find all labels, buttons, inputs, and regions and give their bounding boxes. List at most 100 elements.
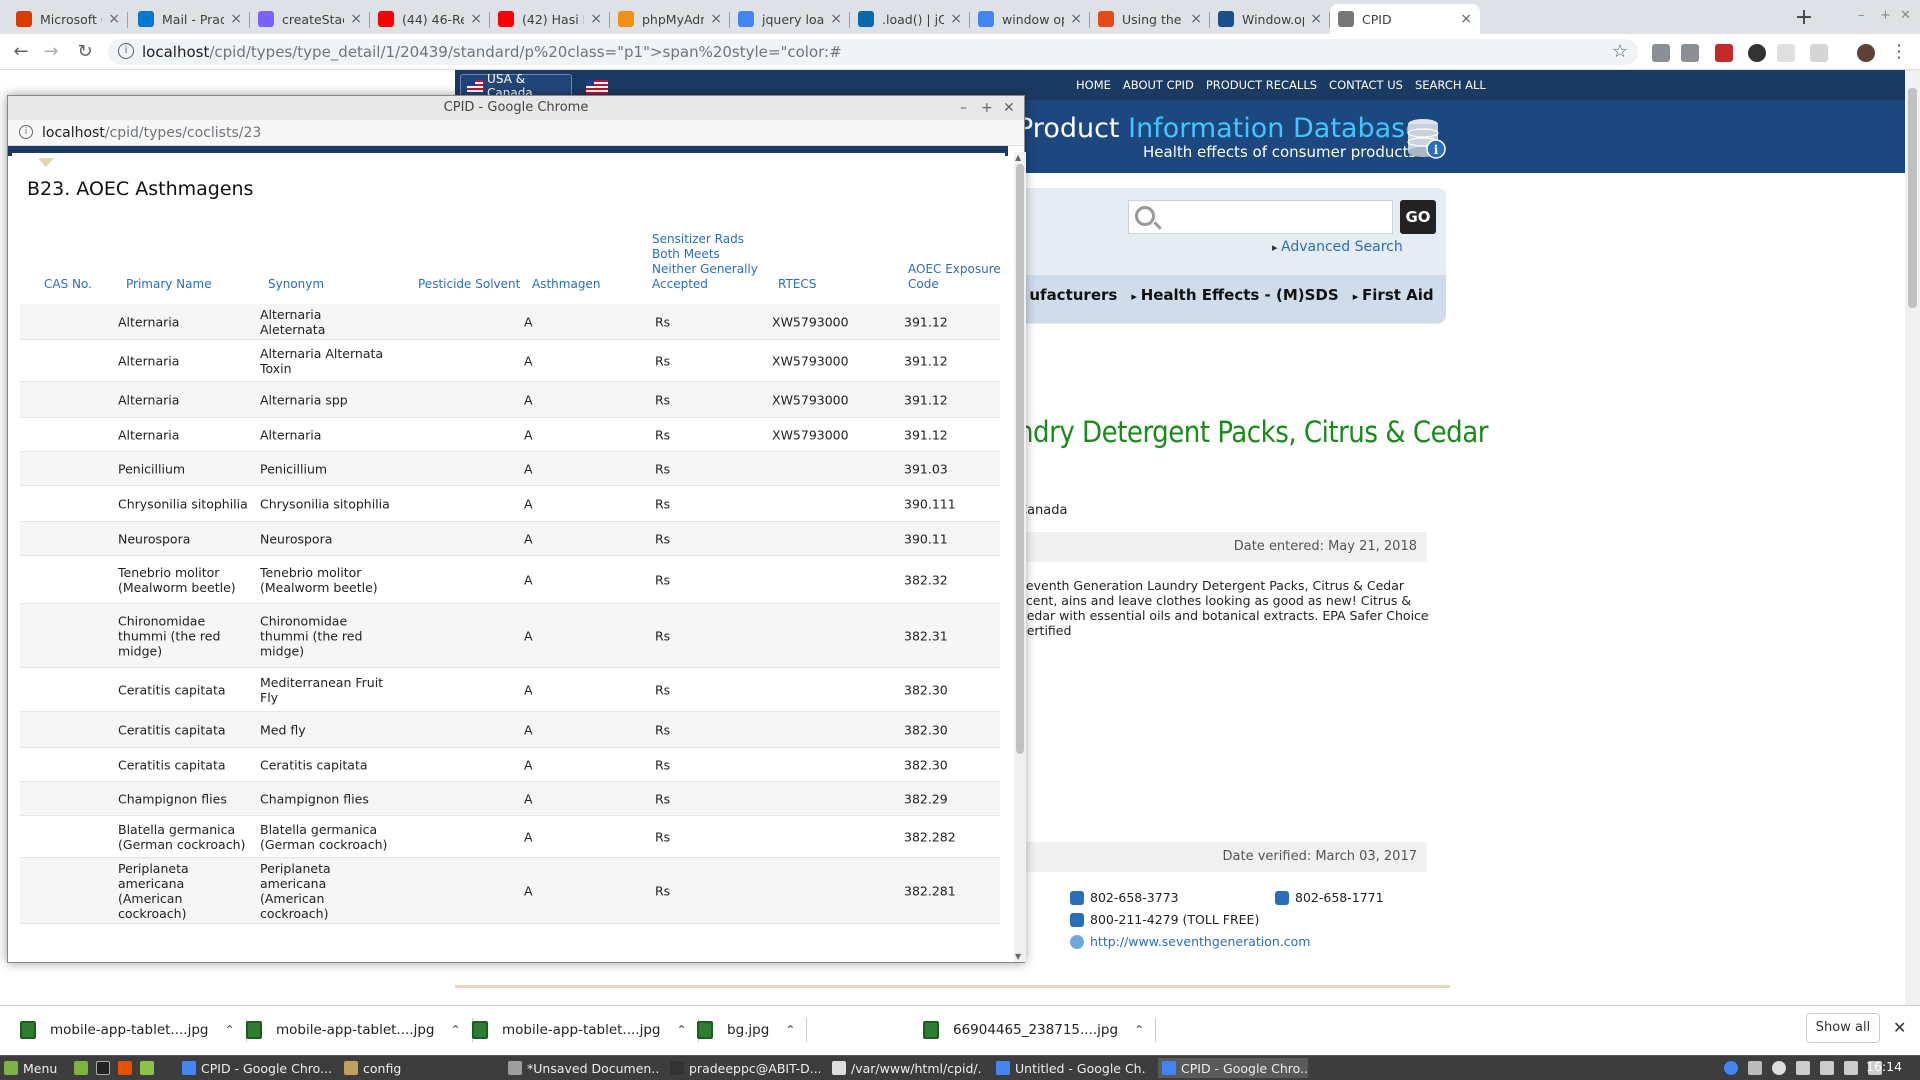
tab-close-icon[interactable]: × bbox=[470, 11, 482, 27]
table-row[interactable]: Penicillium Penicillium A Rs 391.03 bbox=[20, 452, 1000, 486]
scroll-down-icon[interactable]: ▼ bbox=[1015, 952, 1021, 961]
tab-close-icon[interactable]: × bbox=[350, 11, 362, 27]
tab-12[interactable]: CPID × bbox=[1330, 4, 1480, 34]
files-icon[interactable] bbox=[140, 1061, 154, 1075]
chevron-up-icon[interactable]: ⌃ bbox=[450, 1023, 460, 1037]
extension-dark-icon[interactable] bbox=[1748, 44, 1766, 62]
popup-maximize-icon[interactable]: + bbox=[981, 100, 993, 116]
category-link-2[interactable]: Health Effects - (M)SDS bbox=[1131, 286, 1339, 304]
nav-link-3[interactable]: PRODUCT RECALLS bbox=[1206, 78, 1317, 92]
tab-6[interactable]: phpMyAdmin × bbox=[610, 4, 730, 34]
download-item[interactable]: mobile-app-tablet....jpg ⌃ bbox=[472, 1016, 699, 1044]
table-row[interactable]: Champignon flies Champignon flies A Rs 382.2… bbox=[20, 782, 1000, 816]
tab-close-icon[interactable]: × bbox=[830, 11, 842, 27]
taskbar-item-5[interactable]: /var/www/html/cpid/... bbox=[832, 1058, 982, 1078]
table-row[interactable]: Alternaria Alternaria Alternata Toxin A Rs X… bbox=[20, 340, 1000, 382]
us-flag-icon[interactable] bbox=[586, 80, 608, 94]
category-link-1[interactable]: ufacturers bbox=[1020, 286, 1117, 304]
chrome-tray-icon[interactable] bbox=[1724, 1061, 1738, 1075]
download-item[interactable]: 66904465_238715....jpg ⌃ bbox=[923, 1016, 1157, 1044]
updates-tray-icon[interactable] bbox=[1772, 1061, 1786, 1075]
column-header-7[interactable]: RTECS bbox=[778, 277, 858, 292]
tab-close-icon[interactable]: × bbox=[1070, 11, 1082, 27]
go-button[interactable]: GO bbox=[1400, 200, 1436, 234]
taskbar-item-6[interactable]: Untitled - Google Ch... bbox=[996, 1058, 1146, 1078]
table-row[interactable]: Blatella germanica (German cockroach) Bla… bbox=[20, 816, 1000, 858]
tab-close-icon[interactable]: × bbox=[1460, 11, 1472, 27]
network-tray-icon[interactable] bbox=[1820, 1061, 1834, 1075]
download-item[interactable]: mobile-app-tablet....jpg ⌃ bbox=[246, 1016, 473, 1044]
bookmark-star-icon[interactable]: ☆ bbox=[1612, 41, 1628, 62]
nav-link-5[interactable]: SEARCH ALL bbox=[1415, 78, 1486, 92]
table-row[interactable]: Ceratitis capitata Mediterranean Fruit Fl… bbox=[20, 668, 1000, 712]
tab-7[interactable]: jquery load url × bbox=[730, 4, 850, 34]
column-header-2[interactable]: Primary Name bbox=[126, 277, 246, 292]
column-header-3[interactable]: Synonym bbox=[268, 277, 388, 292]
table-row[interactable]: Periplaneta americana (American cockroac… bbox=[20, 858, 1000, 924]
settings-tray-icon[interactable] bbox=[1844, 1061, 1858, 1075]
close-downloads-icon[interactable]: ✕ bbox=[1893, 1018, 1906, 1037]
tab-1[interactable]: Microsoft Offic × bbox=[8, 4, 128, 34]
tab-3[interactable]: createStackNa × bbox=[250, 4, 370, 34]
tab-close-icon[interactable]: × bbox=[950, 11, 962, 27]
tab-8[interactable]: .load() | jQuer × bbox=[850, 4, 970, 34]
table-row[interactable]: Tenebrio molitor (Mealworm beetle) Tenebr… bbox=[20, 556, 1000, 604]
menu-dots-icon[interactable]: ⋮ bbox=[1888, 42, 1910, 62]
tab-close-icon[interactable]: × bbox=[590, 11, 602, 27]
address-url[interactable]: localhost/cpid/types/type_detail/1/20439… bbox=[142, 43, 842, 61]
shield-tray-icon[interactable] bbox=[1748, 1061, 1762, 1075]
nav-link-4[interactable]: CONTACT US bbox=[1329, 78, 1403, 92]
firefox-icon[interactable] bbox=[118, 1061, 132, 1075]
column-header-1[interactable]: CAS No. bbox=[44, 277, 114, 292]
tab-close-icon[interactable]: × bbox=[1190, 11, 1202, 27]
close-window-icon[interactable]: ✕ bbox=[1900, 8, 1911, 23]
chevron-up-icon[interactable]: ⌃ bbox=[676, 1023, 686, 1037]
user-tray-icon[interactable] bbox=[1796, 1061, 1810, 1075]
popup-minimize-icon[interactable]: – bbox=[960, 100, 967, 116]
chevron-up-icon[interactable]: ⌃ bbox=[1134, 1023, 1144, 1037]
site-info-icon[interactable]: i bbox=[118, 43, 134, 59]
download-item[interactable]: bg.jpg ⌃ bbox=[697, 1016, 808, 1044]
extension-grey-icon[interactable] bbox=[1810, 44, 1828, 62]
popup-scrollbar-thumb[interactable] bbox=[1016, 164, 1024, 754]
extension-download-icon[interactable] bbox=[1681, 44, 1699, 62]
tab-5[interactable]: (42) Hasi Ban G × bbox=[490, 4, 610, 34]
table-row[interactable]: Ceratitis capitata Ceratitis capitata A Rs 3… bbox=[20, 748, 1000, 782]
desktop-icon[interactable] bbox=[74, 1061, 88, 1075]
tab-10[interactable]: Using the wind × bbox=[1090, 4, 1210, 34]
terminal-icon[interactable] bbox=[96, 1061, 110, 1075]
popup-close-icon[interactable]: ✕ bbox=[1003, 100, 1015, 116]
table-row[interactable]: Chironomidae thummi (the red midge) Chiro… bbox=[20, 604, 1000, 668]
tab-11[interactable]: Window.open(× bbox=[1210, 4, 1330, 34]
tab-close-icon[interactable]: × bbox=[108, 11, 120, 27]
table-row[interactable]: Alternaria Alternaria Aleternata A Rs XW5793… bbox=[20, 304, 1000, 340]
start-menu-button[interactable]: Menu bbox=[4, 1058, 57, 1078]
search-input[interactable] bbox=[1128, 200, 1393, 234]
download-item[interactable]: mobile-app-tablet....jpg ⌃ bbox=[20, 1016, 247, 1044]
reload-icon[interactable]: ↻ bbox=[74, 42, 96, 62]
advanced-search-link[interactable]: Advanced Search bbox=[1272, 239, 1403, 255]
tab-2[interactable]: Mail - Pradeep × bbox=[130, 4, 250, 34]
nav-link-2[interactable]: ABOUT CPID bbox=[1123, 78, 1194, 92]
tab-close-icon[interactable]: × bbox=[710, 11, 722, 27]
table-row[interactable]: Alternaria Alternaria spp A Rs XW5793000 391.… bbox=[20, 382, 1000, 418]
extension-counter-icon[interactable] bbox=[1715, 44, 1733, 62]
nav-link-1[interactable]: HOME bbox=[1076, 78, 1111, 92]
extension-brackets-icon[interactable] bbox=[1777, 44, 1795, 62]
page-scrollbar-thumb[interactable] bbox=[1908, 88, 1917, 308]
profile-avatar[interactable] bbox=[1857, 44, 1875, 62]
maximize-icon[interactable]: + bbox=[1880, 8, 1891, 23]
tab-9[interactable]: window open w × bbox=[970, 4, 1090, 34]
taskbar-item-2[interactable]: config bbox=[344, 1058, 494, 1078]
column-header-8[interactable]: AOEC Exposure Code bbox=[908, 262, 1003, 292]
website[interactable]: http://www.seventhgeneration.com bbox=[1070, 934, 1310, 949]
popup-scrollbar[interactable]: ▲ ▼ bbox=[1014, 152, 1026, 962]
table-row[interactable]: Alternaria Alternaria A Rs XW5793000 391.12 bbox=[20, 418, 1000, 452]
column-header-4[interactable]: Pesticide Solvent bbox=[418, 277, 528, 292]
scroll-up-icon[interactable]: ▲ bbox=[1015, 153, 1021, 162]
address-bar[interactable]: i localhost/cpid/types/type_detail/1/204… bbox=[108, 39, 1638, 65]
popup-address-bar[interactable]: i localhost/cpid/types/coclists/23 bbox=[8, 120, 1024, 146]
table-row[interactable]: Neurospora Neurospora A Rs 390.11 bbox=[20, 522, 1000, 556]
tab-4[interactable]: (44) 46-Reactt × bbox=[370, 4, 490, 34]
show-all-button[interactable]: Show all bbox=[1806, 1013, 1880, 1043]
